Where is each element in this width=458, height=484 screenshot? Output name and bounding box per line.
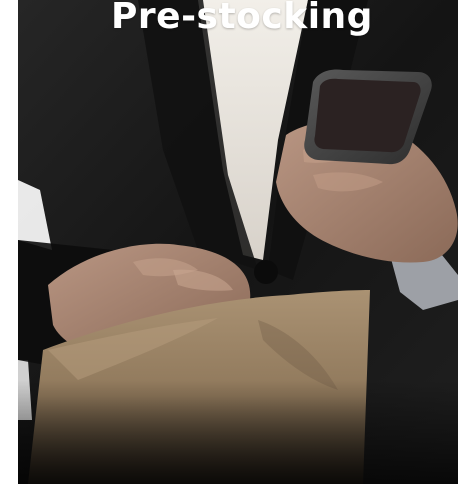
pre-stocking-card[interactable]: Pre-stocking — [18, 0, 458, 484]
card-title: Pre-stocking — [111, 0, 373, 37]
page: Pre-stocking — [0, 0, 458, 484]
businessman-holding-phone-and-paper-bag-photo — [18, 0, 458, 484]
